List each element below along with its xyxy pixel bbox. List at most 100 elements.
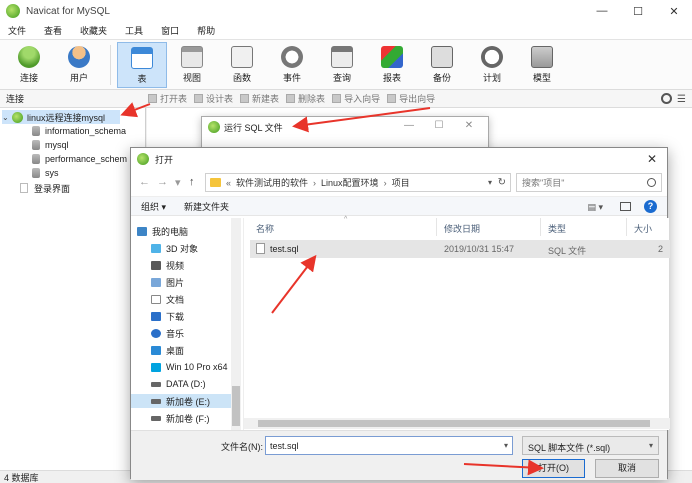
- toolbar-connection-button[interactable]: 连接: [4, 42, 54, 88]
- toolbar-schedule-button[interactable]: 计划: [467, 42, 517, 88]
- maximize-button[interactable]: ☐: [620, 0, 656, 22]
- design-table-button[interactable]: 设计表: [194, 92, 233, 105]
- nav-item-3d-objects[interactable]: 3D 对象: [151, 241, 198, 255]
- back-button[interactable]: ←: [139, 176, 150, 188]
- breadcrumb-separator[interactable]: ›: [384, 178, 387, 188]
- horizontal-scrollbar[interactable]: [244, 418, 670, 429]
- nav-item-drive-e[interactable]: 新加卷 (E:): [131, 394, 231, 408]
- navigation-scrollbar[interactable]: [231, 218, 241, 430]
- open-button[interactable]: 打开(O): [522, 459, 585, 478]
- delete-table-button[interactable]: 删除表: [286, 92, 325, 105]
- column-header-size[interactable]: 大小: [634, 222, 652, 235]
- tree-item-database[interactable]: mysql: [32, 138, 69, 152]
- tree-item-database[interactable]: performance_schem: [32, 152, 127, 166]
- column-header-type[interactable]: 类型: [548, 222, 566, 235]
- nav-item-drive-d[interactable]: DATA (D:): [151, 377, 206, 391]
- forward-button[interactable]: →: [157, 176, 168, 188]
- nav-item-music[interactable]: 音乐: [151, 326, 184, 340]
- refresh-icon[interactable]: ↻: [498, 177, 506, 188]
- tree-item-connection[interactable]: ⌄ linux远程连接mysql: [2, 110, 120, 124]
- preview-pane-icon[interactable]: [620, 202, 631, 211]
- cancel-button[interactable]: 取消: [595, 459, 659, 478]
- toolbar-query-button[interactable]: 查询: [317, 42, 367, 88]
- action-label: 导入向导: [344, 94, 381, 104]
- menu-window[interactable]: 窗口: [161, 24, 179, 37]
- breadcrumb-item[interactable]: Linux配置环境: [321, 176, 379, 189]
- toolbar-function-button[interactable]: 函数: [217, 42, 267, 88]
- import-wizard-button[interactable]: 导入向导: [332, 92, 380, 105]
- model-icon: [531, 46, 553, 68]
- view-options-icon[interactable]: ▤ ▾: [587, 202, 603, 213]
- file-row[interactable]: test.sql 2019/10/31 15:47 SQL 文件 2: [250, 240, 670, 258]
- search-icon[interactable]: [661, 93, 672, 104]
- nav-item-drive-f[interactable]: 新加卷 (F:): [151, 411, 210, 425]
- status-text: 4 数据库: [4, 473, 39, 483]
- nav-item-drive-c[interactable]: Win 10 Pro x64: [151, 360, 228, 374]
- organize-button[interactable]: 组织 ▾: [141, 200, 166, 213]
- menu-tools[interactable]: 工具: [125, 24, 143, 37]
- address-bar[interactable]: « 软件测试用的软件 › Linux配置环境 › 项目 ▾ ↻: [205, 173, 511, 192]
- nav-item-downloads[interactable]: 下载: [151, 309, 184, 323]
- scrollbar-thumb[interactable]: [232, 386, 240, 426]
- breadcrumb-separator[interactable]: ›: [313, 178, 316, 188]
- column-header-name[interactable]: 名称: [256, 222, 274, 235]
- nav-item-pictures[interactable]: 图片: [151, 275, 184, 289]
- menu-help[interactable]: 帮助: [197, 24, 215, 37]
- chevron-down-icon[interactable]: ▾: [504, 441, 508, 450]
- action-label: 导出向导: [399, 94, 436, 104]
- nav-item-videos[interactable]: 视频: [151, 258, 184, 272]
- filetype-select[interactable]: SQL 脚本文件 (*.sql) ▾: [522, 436, 659, 455]
- up-button[interactable]: ↑: [189, 176, 195, 188]
- nav-item-documents[interactable]: 文档: [151, 292, 184, 306]
- toolbar-event-button[interactable]: 事件: [267, 42, 317, 88]
- tree-item-database[interactable]: sys: [32, 166, 59, 180]
- new-folder-button[interactable]: 新建文件夹: [184, 200, 229, 213]
- nav-item-this-pc[interactable]: 我的电脑: [137, 224, 188, 238]
- folder-icon: [210, 178, 221, 187]
- navigation-pane: 我的电脑 3D 对象 视频 图片 文档 下载 音乐 桌面 Win 10 Pro …: [131, 218, 241, 430]
- filename-input[interactable]: test.sql ▾: [265, 436, 513, 455]
- chevron-down-icon[interactable]: ▾: [488, 178, 492, 187]
- column-divider[interactable]: [436, 218, 437, 236]
- toolbar-report-button[interactable]: 报表: [367, 42, 417, 88]
- toolbar-model-button[interactable]: 模型: [517, 42, 567, 88]
- close-button[interactable]: ✕: [656, 0, 692, 22]
- menu-file[interactable]: 文件: [8, 24, 26, 37]
- column-divider[interactable]: [626, 218, 627, 236]
- menu-favorites[interactable]: 收藏夹: [80, 24, 107, 37]
- minimize-button[interactable]: —: [394, 120, 424, 131]
- nav-item-desktop[interactable]: 桌面: [151, 343, 184, 357]
- breadcrumb-overflow[interactable]: «: [226, 178, 231, 188]
- window-controls: — ☐ ✕: [584, 0, 692, 22]
- file-size: 2: [658, 244, 664, 254]
- close-button[interactable]: ✕: [647, 152, 657, 166]
- recent-locations-button[interactable]: ▾: [175, 176, 181, 189]
- breadcrumb-item[interactable]: 软件测试用的软件: [236, 176, 308, 189]
- column-header-modified[interactable]: 修改日期: [444, 222, 480, 235]
- menu-view[interactable]: 查看: [44, 24, 62, 37]
- toolbar-label: 报表: [382, 73, 401, 83]
- toolbar-table-button[interactable]: 表: [117, 42, 167, 88]
- open-table-button[interactable]: 打开表: [148, 92, 187, 105]
- new-table-button[interactable]: 新建表: [240, 92, 279, 105]
- export-wizard-button[interactable]: 导出向导: [387, 92, 435, 105]
- scrollbar-thumb[interactable]: [258, 420, 650, 427]
- database-icon: [32, 140, 40, 150]
- 3d-objects-icon: [151, 243, 161, 253]
- toolbar-backup-button[interactable]: 备份: [417, 42, 467, 88]
- tree-item-database[interactable]: information_schema: [32, 124, 126, 138]
- toolbar-view-button[interactable]: 视图: [167, 42, 217, 88]
- breadcrumb-item[interactable]: 项目: [392, 176, 410, 189]
- chevron-down-icon[interactable]: ⌄: [2, 113, 10, 122]
- tree-item-login[interactable]: 登录界面: [20, 181, 70, 195]
- close-button[interactable]: ✕: [454, 120, 484, 131]
- column-divider[interactable]: [540, 218, 541, 236]
- maximize-button[interactable]: ☐: [424, 120, 454, 131]
- help-icon[interactable]: ?: [644, 200, 657, 213]
- search-input[interactable]: 搜索"项目": [516, 173, 662, 192]
- menu-icon[interactable]: ☰: [677, 94, 686, 105]
- search-icon: [647, 178, 656, 187]
- toolbar-user-button[interactable]: 用户: [54, 42, 104, 88]
- minimize-button[interactable]: —: [584, 0, 620, 22]
- chevron-down-icon[interactable]: ▾: [649, 441, 653, 450]
